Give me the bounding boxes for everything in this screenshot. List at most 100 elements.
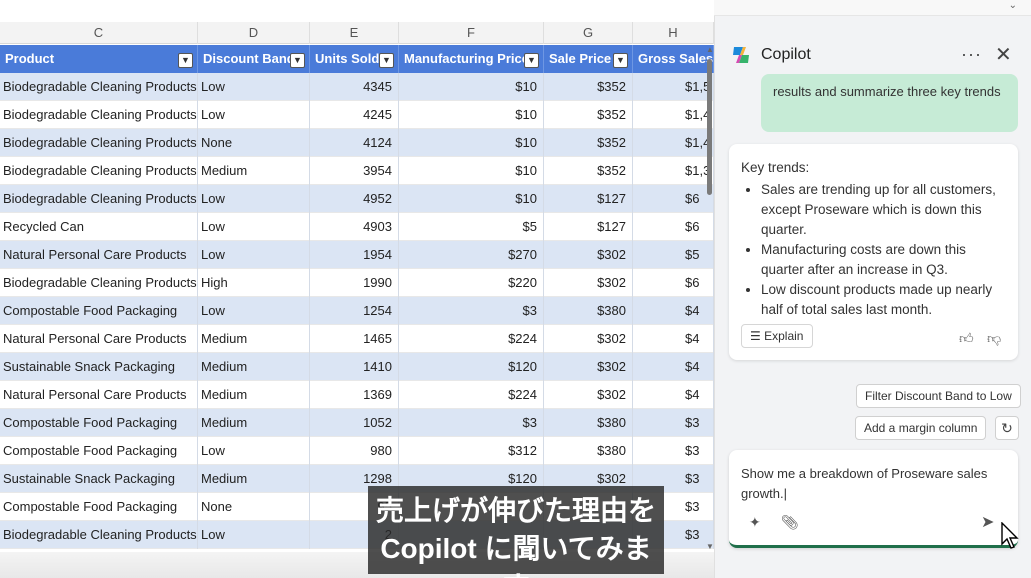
table-cell[interactable]: Natural Personal Care Products xyxy=(0,381,198,409)
refresh-icon[interactable]: ↻ xyxy=(995,416,1019,440)
table-cell[interactable]: $302 xyxy=(544,353,633,381)
column-letter-c[interactable]: C xyxy=(0,22,198,44)
filter-dropdown-icon[interactable]: ▼ xyxy=(524,53,539,68)
table-cell[interactable]: High xyxy=(198,269,310,297)
explain-button[interactable]: ☰ Explain xyxy=(741,324,814,348)
table-cell[interactable]: Low xyxy=(198,213,310,241)
table-cell[interactable]: Recycled Can xyxy=(0,213,198,241)
table-cell[interactable]: $1,4 xyxy=(633,129,714,157)
table-cell[interactable]: $10 xyxy=(399,101,544,129)
column-letter-e[interactable]: E xyxy=(310,22,399,44)
table-cell[interactable]: None xyxy=(198,493,310,521)
filter-dropdown-icon[interactable]: ▼ xyxy=(379,53,394,68)
column-letter-d[interactable]: D xyxy=(198,22,310,44)
table-cell[interactable]: Biodegradable Cleaning Products xyxy=(0,185,198,213)
table-cell[interactable]: 1410 xyxy=(310,353,399,381)
table-cell[interactable]: $224 xyxy=(399,325,544,353)
table-cell[interactable]: Medium xyxy=(198,409,310,437)
table-cell[interactable]: None xyxy=(198,129,310,157)
table-cell[interactable]: $224 xyxy=(399,381,544,409)
header-units-sold[interactable]: Units Sold ▼ xyxy=(310,45,399,73)
close-icon[interactable]: ✕ xyxy=(995,42,1012,67)
table-cell[interactable]: $3 xyxy=(633,409,714,437)
table-cell[interactable]: Sustainable Snack Packaging xyxy=(0,465,198,493)
table-cell[interactable]: $127 xyxy=(544,185,633,213)
table-cell[interactable]: $6 xyxy=(633,213,714,241)
table-cell[interactable]: $10 xyxy=(399,185,544,213)
table-cell[interactable]: $120 xyxy=(399,353,544,381)
table-cell[interactable]: Medium xyxy=(198,325,310,353)
table-cell[interactable]: $352 xyxy=(544,129,633,157)
table-cell[interactable]: $302 xyxy=(544,325,633,353)
attach-icon[interactable]: 📎︎ xyxy=(781,514,799,531)
table-cell[interactable]: $302 xyxy=(544,381,633,409)
table-cell[interactable]: $3 xyxy=(399,409,544,437)
table-cell[interactable]: $1,4 xyxy=(633,101,714,129)
table-cell[interactable]: 1954 xyxy=(310,241,399,269)
table-cell[interactable]: 4952 xyxy=(310,185,399,213)
table-cell[interactable]: $127 xyxy=(544,213,633,241)
table-cell[interactable]: $352 xyxy=(544,73,633,101)
table-cell[interactable]: Medium xyxy=(198,465,310,493)
table-cell[interactable]: $380 xyxy=(544,409,633,437)
table-cell[interactable]: $380 xyxy=(544,297,633,325)
table-cell[interactable]: 3954 xyxy=(310,157,399,185)
column-letter-g[interactable]: G xyxy=(544,22,633,44)
table-cell[interactable]: $3 xyxy=(399,297,544,325)
table-cell[interactable]: Natural Personal Care Products xyxy=(0,241,198,269)
table-cell[interactable]: Natural Personal Care Products xyxy=(0,325,198,353)
suggestion-filter-discount-band[interactable]: Filter Discount Band to Low xyxy=(856,384,1021,408)
table-cell[interactable]: $3 xyxy=(633,437,714,465)
table-cell[interactable]: $6 xyxy=(633,185,714,213)
table-cell[interactable]: Compostable Food Packaging xyxy=(0,437,198,465)
table-cell[interactable]: $5 xyxy=(399,213,544,241)
table-cell[interactable]: $352 xyxy=(544,101,633,129)
table-cell[interactable]: Biodegradable Cleaning Products xyxy=(0,129,198,157)
table-cell[interactable]: $302 xyxy=(544,241,633,269)
table-cell[interactable]: $4 xyxy=(633,325,714,353)
scrollbar-thumb[interactable] xyxy=(707,59,712,195)
column-letter-h[interactable]: H xyxy=(633,22,714,44)
suggestion-add-margin-column[interactable]: Add a margin column xyxy=(855,416,987,440)
collapse-chevron-icon[interactable]: ⌄ xyxy=(1009,0,1017,11)
composer-input-text[interactable]: Show me a breakdown of Proseware sales g… xyxy=(741,464,991,504)
table-cell[interactable]: Compostable Food Packaging xyxy=(0,297,198,325)
table-cell[interactable]: $352 xyxy=(544,157,633,185)
table-cell[interactable]: Low xyxy=(198,73,310,101)
table-cell[interactable]: Biodegradable Cleaning Products xyxy=(0,521,198,549)
table-cell[interactable]: 1254 xyxy=(310,297,399,325)
table-cell[interactable]: Biodegradable Cleaning Products xyxy=(0,269,198,297)
table-cell[interactable]: $312 xyxy=(399,437,544,465)
send-icon[interactable]: ➤ xyxy=(981,512,994,532)
table-cell[interactable]: $4 xyxy=(633,297,714,325)
table-cell[interactable]: $1,3 xyxy=(633,157,714,185)
scroll-down-icon[interactable]: ▼ xyxy=(706,542,714,551)
table-cell[interactable]: Low xyxy=(198,437,310,465)
table-cell[interactable]: Biodegradable Cleaning Products xyxy=(0,157,198,185)
table-cell[interactable]: $220 xyxy=(399,269,544,297)
filter-dropdown-icon[interactable]: ▼ xyxy=(178,53,193,68)
table-cell[interactable]: $4 xyxy=(633,353,714,381)
table-cell[interactable]: Low xyxy=(198,521,310,549)
chat-composer[interactable]: Show me a breakdown of Proseware sales g… xyxy=(729,450,1019,549)
table-cell[interactable]: 4903 xyxy=(310,213,399,241)
table-cell[interactable]: Medium xyxy=(198,381,310,409)
table-cell[interactable]: 4245 xyxy=(310,101,399,129)
table-cell[interactable]: 1052 xyxy=(310,409,399,437)
header-product[interactable]: Product ▼ xyxy=(0,45,198,73)
table-cell[interactable]: 1369 xyxy=(310,381,399,409)
table-cell[interactable]: $1,5 xyxy=(633,73,714,101)
header-gross-sales[interactable]: Gross Sales xyxy=(633,45,714,73)
sparkle-icon[interactable]: ✦ xyxy=(749,514,761,531)
table-cell[interactable]: Medium xyxy=(198,353,310,381)
table-cell[interactable]: $5 xyxy=(633,241,714,269)
header-sale-price[interactable]: Sale Price ▼ xyxy=(544,45,633,73)
header-discount-band[interactable]: Discount Band ▼ xyxy=(198,45,310,73)
scroll-up-icon[interactable]: ▲ xyxy=(706,45,714,54)
thumbs-down-icon[interactable]: 👎︎ xyxy=(987,328,1001,348)
table-cell[interactable]: $10 xyxy=(399,129,544,157)
table-cell[interactable]: 980 xyxy=(310,437,399,465)
table-cell[interactable]: 4345 xyxy=(310,73,399,101)
table-cell[interactable]: $270 xyxy=(399,241,544,269)
column-letter-f[interactable]: F xyxy=(399,22,544,44)
